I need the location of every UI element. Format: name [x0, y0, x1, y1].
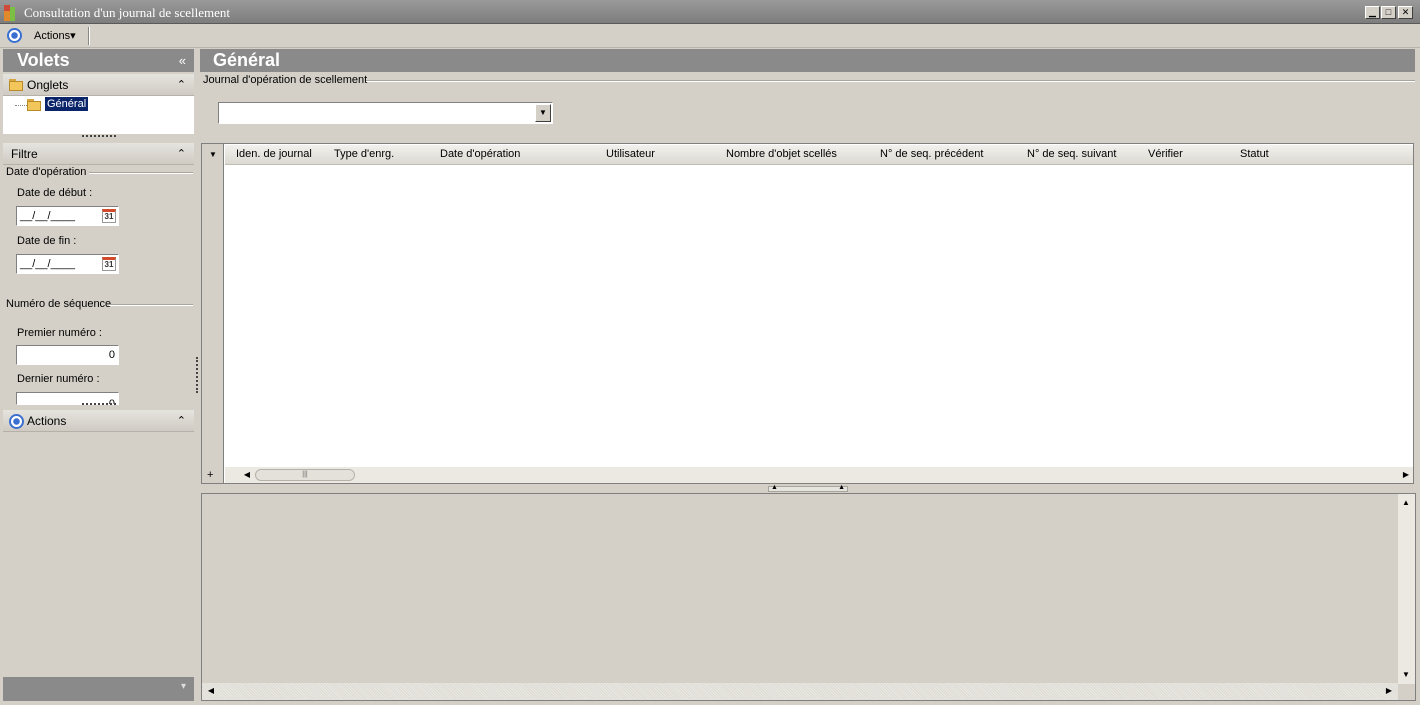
column-chooser-icon[interactable]: ▼: [209, 150, 217, 159]
start-date-field[interactable]: __/__/____ 31: [16, 206, 119, 226]
scroll-down-icon[interactable]: ▼: [1399, 668, 1413, 682]
open-folder-icon: [27, 99, 43, 111]
scroll-left-icon[interactable]: ◀: [240, 468, 254, 482]
dropdown-arrow-icon[interactable]: ▼: [535, 104, 551, 122]
calendar-icon[interactable]: 31: [102, 257, 116, 271]
onglets-title: Onglets: [27, 78, 69, 92]
chevron-down-icon[interactable]: ▾: [181, 681, 186, 692]
volets-title: Volets: [17, 50, 70, 70]
filtre-section-header[interactable]: Filtre ⌃: [3, 143, 194, 165]
actions-circle-icon: [9, 414, 24, 429]
start-date-label: Date de début :: [17, 187, 93, 199]
column-header-seq-suivant[interactable]: N° de seq. suivant: [1027, 148, 1116, 160]
journal-grid: ▼ + Iden. de journal Type d'enrg. Date d…: [201, 143, 1414, 484]
scroll-up-icon[interactable]: ▲: [1399, 496, 1413, 510]
start-date-value: __/__/____: [20, 210, 76, 222]
filter-area: Date d'opération Date de début : __/__/_…: [3, 165, 194, 405]
volets-header: Volets «: [3, 49, 194, 72]
actions-menu-label: Actions: [34, 30, 71, 42]
detail-vertical-scrollbar[interactable]: ▲ ▼: [1398, 494, 1415, 684]
column-header-statut[interactable]: Statut: [1240, 148, 1269, 160]
calendar-icon[interactable]: 31: [102, 209, 116, 223]
main-header: Général: [200, 49, 1415, 72]
onglets-tree: Général: [3, 96, 194, 134]
journal-label: Journal d'opération de scellement: [203, 74, 368, 86]
journal-group-rule: [366, 80, 1415, 82]
filtre-resize-grip[interactable]: [82, 403, 116, 406]
column-header-type[interactable]: Type d'enrg.: [334, 148, 394, 160]
detail-panel: ▲ ▼ ◀ ▶: [201, 493, 1416, 701]
column-header-seq-precedent[interactable]: N° de seq. précédent: [880, 148, 983, 160]
splitter-up-icon[interactable]: ▲: [771, 484, 778, 491]
first-number-field[interactable]: 0: [16, 345, 119, 365]
first-number-label: Premier numéro :: [17, 327, 102, 339]
scroll-right-icon[interactable]: ▶: [1399, 468, 1413, 482]
date-group-label: Date d'opération: [6, 166, 87, 178]
splitter-up-icon[interactable]: ▲: [838, 484, 845, 491]
column-header-iden[interactable]: Iden. de journal: [236, 148, 312, 160]
add-row-icon[interactable]: +: [207, 469, 213, 481]
end-date-value: __/__/____: [20, 258, 76, 270]
actions-section-title: Actions: [27, 414, 67, 428]
collapse-panel-icon[interactable]: «: [179, 49, 186, 72]
last-number-label: Dernier numéro :: [17, 373, 100, 385]
minimize-button[interactable]: ▁: [1365, 6, 1380, 19]
column-header-date[interactable]: Date d'opération: [440, 148, 520, 160]
sequence-group-rule: [109, 304, 193, 306]
actions-menu-button[interactable]: Actions▾: [34, 29, 76, 42]
grid-row-header: ▼ +: [202, 144, 224, 483]
dropdown-arrow-icon: ▾: [70, 30, 76, 42]
scrollbar-thumb[interactable]: |||: [255, 469, 355, 481]
detail-horizontal-scrollbar[interactable]: ◀ ▶: [202, 683, 1398, 700]
scroll-left-icon[interactable]: ◀: [204, 684, 218, 698]
left-panel-footer: ▾: [3, 677, 194, 701]
actions-section-header[interactable]: Actions ⌃: [3, 410, 194, 432]
app-icon: [4, 5, 20, 21]
horizontal-splitter[interactable]: ▲ ▲: [768, 484, 848, 492]
maximize-button[interactable]: □: [1381, 6, 1396, 19]
scroll-right-icon[interactable]: ▶: [1382, 684, 1396, 698]
end-date-label: Date de fin :: [17, 235, 77, 247]
grid-horizontal-scrollbar[interactable]: ◀ ||| ▶: [225, 467, 1413, 483]
tree-item-general[interactable]: Général: [43, 96, 90, 112]
folder-icon: [9, 79, 25, 91]
vertical-splitter[interactable]: [196, 357, 198, 393]
date-group-rule: [89, 172, 193, 174]
toolbar-separator: [88, 27, 90, 45]
grid-header: Iden. de journal Type d'enrg. Date d'opé…: [225, 145, 1413, 165]
collapse-filtre-icon[interactable]: ⌃: [177, 143, 186, 165]
collapse-onglets-icon[interactable]: ⌃: [177, 74, 186, 96]
toolbar: Actions▾: [0, 24, 1420, 48]
journal-select[interactable]: ▼: [218, 102, 553, 124]
end-date-field[interactable]: __/__/____ 31: [16, 254, 119, 274]
column-header-utilisateur[interactable]: Utilisateur: [606, 148, 655, 160]
window-title: Consultation d'un journal de scellement: [24, 5, 230, 20]
column-header-nombre[interactable]: Nombre d'objet scellés: [726, 148, 837, 160]
onglets-section-header[interactable]: Onglets ⌃: [3, 74, 194, 96]
column-header-verifier[interactable]: Vérifier: [1148, 148, 1183, 160]
title-bar: Consultation d'un journal de scellement …: [0, 0, 1420, 24]
onglets-resize-grip[interactable]: [82, 135, 116, 138]
close-button[interactable]: ✕: [1398, 6, 1413, 19]
sequence-group-label: Numéro de séquence: [6, 298, 112, 310]
filtre-title: Filtre: [11, 147, 38, 161]
actions-circle-icon[interactable]: [7, 28, 22, 43]
collapse-actions-icon[interactable]: ⌃: [177, 410, 186, 432]
